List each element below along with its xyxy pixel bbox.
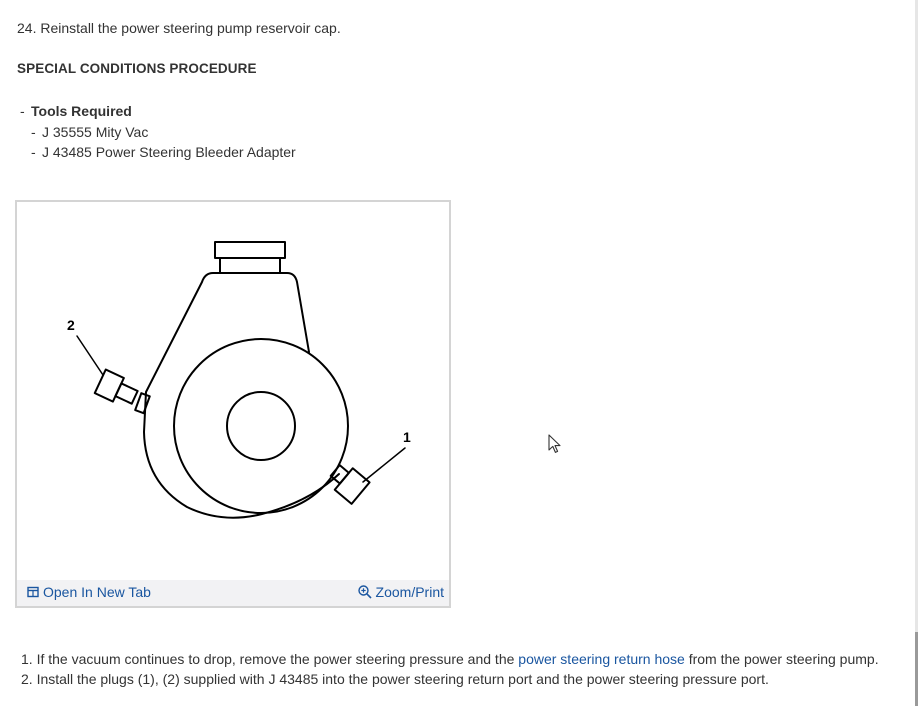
zoom-in-icon <box>357 585 372 599</box>
tool-item-label: J 35555 Mity Vac <box>42 123 149 140</box>
cap-neck <box>219 257 281 274</box>
list-dash: - <box>20 103 25 119</box>
pulley-outer <box>173 338 349 514</box>
step-24-text: 24. Reinstall the power steering pump re… <box>17 20 341 36</box>
zoom-print-link[interactable]: Zoom/Print <box>357 584 444 600</box>
step-1-prefix: 1. If the vacuum continues to drop, remo… <box>21 651 519 667</box>
power-steering-return-hose-link[interactable]: power steering return hose <box>518 651 685 667</box>
pump-body <box>143 272 340 519</box>
tool-item: - J 43485 Power Steering Bleeder Adapter <box>20 142 296 163</box>
figure-toolbar: Open In New Tab Zoom/Print <box>17 580 449 606</box>
step-1: 1. If the vacuum continues to drop, remo… <box>21 649 879 669</box>
procedure-steps: 1. If the vacuum continues to drop, remo… <box>21 649 879 689</box>
callout-1: 1 <box>403 429 411 445</box>
pump-figure: 2 1 Open In New Tab Zoom/Print <box>15 200 451 608</box>
port-stub-left <box>134 392 151 415</box>
open-in-new-tab-link[interactable]: Open In New Tab <box>27 584 151 600</box>
plug-2 <box>93 368 139 405</box>
zoom-print-label: Zoom/Print <box>375 584 444 600</box>
tools-heading-row: - Tools Required <box>20 101 296 122</box>
tools-list: - Tools Required - J 35555 Mity Vac - J … <box>20 101 296 163</box>
tools-heading: Tools Required <box>31 103 132 119</box>
pulley-hub <box>226 391 296 461</box>
mouse-cursor-icon <box>548 434 561 453</box>
list-dash: - <box>31 123 36 140</box>
step-1-suffix: from the power steering pump. <box>684 651 879 667</box>
open-in-new-tab-label: Open In New Tab <box>43 584 151 600</box>
callout-2: 2 <box>67 317 75 333</box>
leader-line-1 <box>362 447 406 483</box>
pump-diagram: 2 1 <box>67 241 411 519</box>
list-dash: - <box>31 144 36 160</box>
section-heading: SPECIAL CONDITIONS PROCEDURE <box>17 61 257 76</box>
leader-line-2 <box>76 335 104 376</box>
tool-item-label: J 43485 Power Steering Bleeder Adapter <box>42 144 296 160</box>
reservoir-cap <box>214 241 286 259</box>
step-2: 2. Install the plugs (1), (2) supplied w… <box>21 671 769 687</box>
tool-item: - J 35555 Mity Vac <box>20 122 296 143</box>
open-new-tab-icon <box>27 586 39 598</box>
